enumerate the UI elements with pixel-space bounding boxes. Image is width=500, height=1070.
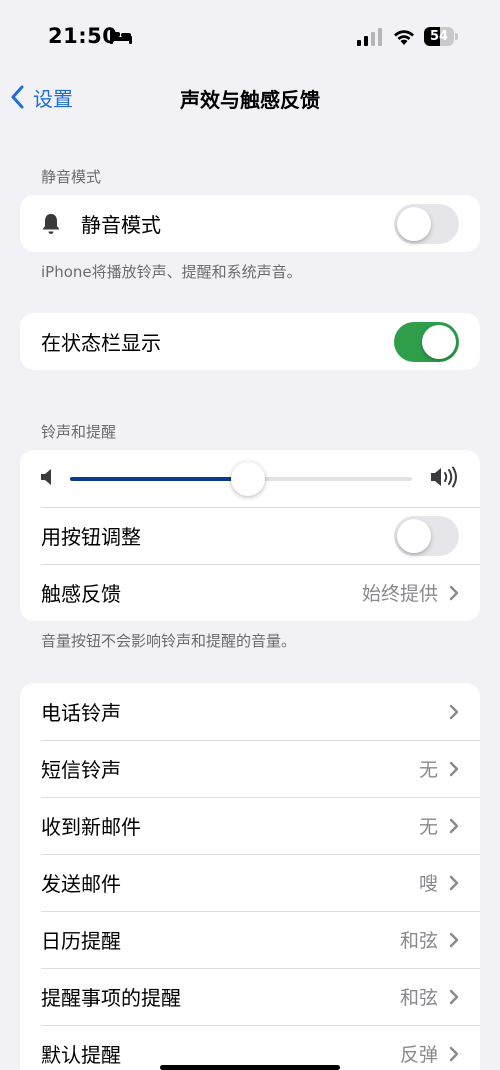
sound-row-label: 发送邮件 xyxy=(41,872,121,896)
page-title: 声效与触感反馈 xyxy=(180,88,320,112)
sound-row-value: 和弦 xyxy=(399,930,438,952)
volume-slider-row xyxy=(20,450,480,507)
sound-row-label: 收到新邮件 xyxy=(41,815,141,839)
speaker-low-icon xyxy=(40,468,54,490)
show-in-status-bar-toggle[interactable] xyxy=(394,321,459,362)
silent-mode-toggle[interactable] xyxy=(394,203,459,244)
show-in-status-bar-label: 在状态栏显示 xyxy=(41,331,161,355)
chevron-right-icon xyxy=(449,875,459,891)
silent-section-header: 静音模式 xyxy=(41,168,102,186)
change-with-buttons-toggle[interactable] xyxy=(394,515,459,556)
sounds-card: 电话铃声 短信铃声无收到新邮件无发送邮件嗖日历提醒 和弦 提醒事项的提醒 和弦 默认提醒反… xyxy=(20,683,480,1070)
sound-row-label: 默认提醒 xyxy=(41,1043,121,1067)
sound-row[interactable]: 收到新邮件 无 xyxy=(20,797,480,854)
sound-row[interactable]: 短信铃声 无 xyxy=(20,740,480,797)
volume-slider-fill xyxy=(70,476,248,481)
chevron-right-icon xyxy=(449,1046,459,1062)
status-bar-card: 在状态栏显示 xyxy=(20,313,480,370)
silent-section-footer: iPhone将播放铃声、提醒和系统声音。 xyxy=(41,263,302,281)
chevron-right-icon xyxy=(449,932,459,948)
battery-level: 54 xyxy=(429,29,449,44)
cellular-signal-icon xyxy=(357,28,383,50)
navigation-bar: 设置 声效与触感反馈 xyxy=(0,72,500,122)
sleep-focus-icon xyxy=(110,28,132,48)
chevron-right-icon xyxy=(449,585,459,601)
silent-mode-label: 静音模式 xyxy=(81,213,161,237)
ringer-section-header: 铃声和提醒 xyxy=(41,423,117,441)
sound-row-value: 反弹 xyxy=(399,1044,438,1066)
sound-row-label: 短信铃声 xyxy=(41,758,121,782)
sound-row[interactable]: 电话铃声 xyxy=(20,683,480,740)
silent-mode-card: 静音模式 xyxy=(20,195,480,252)
change-with-buttons-label: 用按钮调整 xyxy=(41,525,141,549)
sound-row-value: 嗖 xyxy=(418,873,438,895)
chevron-right-icon xyxy=(449,989,459,1005)
change-with-buttons-row: 用按钮调整 xyxy=(20,507,480,564)
sound-row-value: 无 xyxy=(418,759,438,781)
sound-row-label: 电话铃声 xyxy=(41,701,121,725)
sound-row-value: 无 xyxy=(418,816,438,838)
status-bar: 21:50 54 xyxy=(0,0,500,70)
ringer-section-footer: 音量按钮不会影响铃声和提醒的音量。 xyxy=(41,632,297,650)
wifi-icon xyxy=(392,26,416,50)
silent-mode-row: 静音模式 xyxy=(20,195,480,252)
volume-slider[interactable] xyxy=(70,459,412,499)
status-time: 21:50 xyxy=(48,24,118,48)
home-indicator xyxy=(160,1065,340,1070)
haptics-value: 始终提供 xyxy=(361,583,438,605)
volume-slider-thumb[interactable] xyxy=(230,461,265,496)
sound-row[interactable]: 提醒事项的提醒 和弦 xyxy=(20,968,480,1025)
battery-indicator: 54 xyxy=(424,27,458,46)
sound-row[interactable]: 发送邮件 嗖 xyxy=(20,854,480,911)
bell-icon xyxy=(41,213,61,235)
sound-row-label: 日历提醒 xyxy=(41,929,121,953)
show-in-status-bar-row: 在状态栏显示 xyxy=(20,313,480,370)
sound-row[interactable]: 默认提醒 反弹 xyxy=(20,1025,480,1070)
ringer-card: 用按钮调整 触感反馈 始终提供 xyxy=(20,450,480,621)
haptics-label: 触感反馈 xyxy=(41,582,121,606)
chevron-right-icon xyxy=(449,761,459,777)
chevron-right-icon xyxy=(449,818,459,834)
speaker-high-icon xyxy=(430,466,460,492)
sound-row[interactable]: 日历提醒 和弦 xyxy=(20,911,480,968)
haptics-row[interactable]: 触感反馈 始终提供 xyxy=(20,564,480,621)
sound-row-label: 提醒事项的提醒 xyxy=(41,986,181,1010)
sound-row-value: 和弦 xyxy=(399,987,438,1009)
chevron-right-icon xyxy=(449,704,459,720)
